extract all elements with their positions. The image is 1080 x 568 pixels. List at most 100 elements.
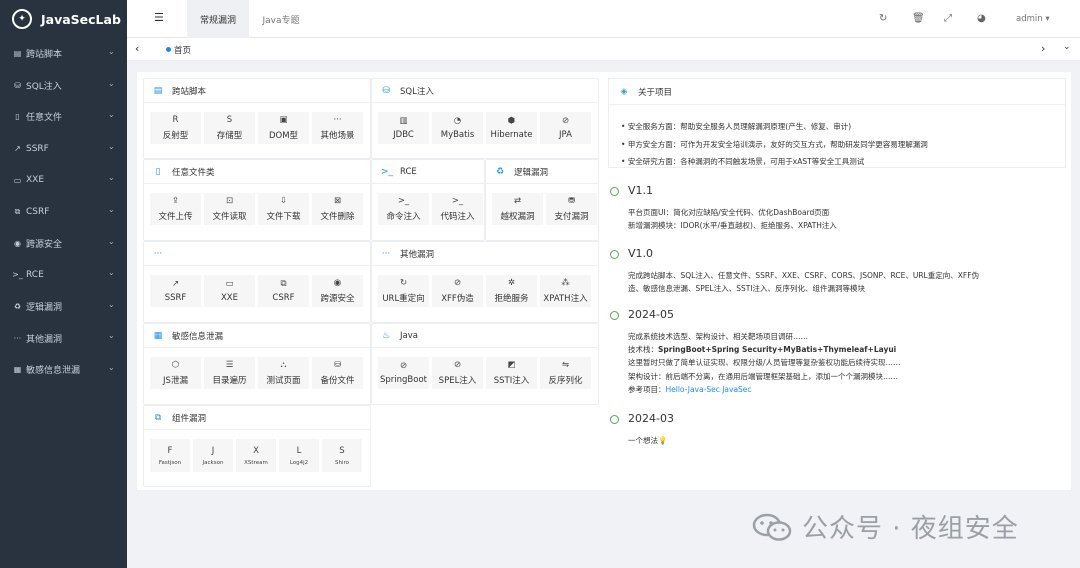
chevron-left-icon[interactable]: ‹ — [135, 42, 139, 55]
item-icon: ◔ — [453, 116, 462, 126]
item-label: JS泄漏 — [163, 376, 188, 386]
breadcrumb-home[interactable]: 首页 — [174, 44, 191, 56]
card-header: ▦ 敏感信息泄漏 — [144, 324, 370, 348]
vuln-item[interactable]: ⇄ 越权漏洞 — [492, 193, 543, 225]
chevron-down-icon[interactable]: ⌄ — [108, 110, 115, 119]
sidebar-item[interactable]: ▤ 跨站脚本 ⌄ — [0, 38, 127, 70]
card-items: ⊘ SpringBoot ⊘ SPEL注入 ◩ SSTI注入 ⇋ 反序列化 — [372, 348, 598, 389]
sidebar-item[interactable]: >_ RCE ⌄ — [0, 259, 127, 291]
vuln-item[interactable]: ⛬ 测试页面 — [258, 357, 309, 389]
vuln-item[interactable]: ⇩ 文件下载 — [258, 193, 309, 225]
about-card: ◈ 关于项目 • 安全服务方面：帮助安全服务人员理解漏洞原理(产生、修复、审计) … — [608, 78, 1066, 168]
vuln-item[interactable]: >_ 代码注入 — [432, 193, 483, 225]
vuln-item[interactable]: ⊘ XFF伪造 — [432, 275, 483, 307]
vuln-item[interactable]: F Fastjson — [150, 439, 190, 472]
chevron-down-icon[interactable]: ⌄ — [1063, 42, 1071, 52]
vuln-item[interactable]: ↻ URL重定向 — [378, 275, 429, 307]
user-menu[interactable]: admin ▾ — [1016, 14, 1050, 24]
vuln-item[interactable]: S Shiro — [322, 439, 362, 472]
sidebar-item-label: 敏感信息泄漏 — [26, 366, 81, 377]
sidebar-item[interactable]: ▯ 任意文件 ⌄ — [0, 101, 127, 133]
github-icon[interactable]: ◕ — [977, 13, 986, 24]
sidebar-item[interactable]: ⧉ CSRF ⌄ — [0, 196, 127, 228]
item-label: 代码注入 — [440, 212, 475, 222]
vuln-item[interactable]: ◉ 跨源安全 — [312, 275, 363, 307]
vuln-item[interactable]: ↗ SSRF — [150, 275, 201, 307]
timeline-body: 完成跨站脚本、SQL注入、任意文件、SSRF、XXE、CSRF、CORS、JSO… — [628, 269, 979, 295]
vuln-item[interactable]: ⊘ SPEL注入 — [432, 357, 483, 389]
card-title: 其他漏洞 — [400, 249, 435, 260]
vuln-item[interactable]: ⬢ Hibernate — [486, 112, 537, 144]
reference-link[interactable]: Hello-Java-Sec JavaSec — [666, 385, 752, 394]
trash-icon[interactable]: 🗑 — [912, 13, 925, 24]
vuln-item[interactable]: ⬡ JS泄漏 — [150, 357, 201, 389]
chevron-down-icon[interactable]: ⌄ — [108, 79, 115, 88]
vuln-item[interactable]: ⁂ XPATH注入 — [540, 275, 591, 307]
chevron-down-icon[interactable]: ⌄ — [108, 237, 115, 246]
fullscreen-icon[interactable]: ⤢ — [944, 13, 952, 24]
vuln-item[interactable]: ☰ 目录遍历 — [204, 357, 255, 389]
vuln-item[interactable]: S 存储型 — [204, 112, 255, 144]
diamond-icon: ◈ — [620, 86, 628, 97]
item-icon: ▣ — [279, 115, 288, 125]
card-other: ··· 其他漏洞 ↻ URL重定向 ⊘ XFF伪造 ✲ 拒绝服务 ⁂ XPATH注入 — [371, 241, 599, 323]
timeline-line: 平台页面UI：简化对应缺陷/安全代码、优化DashBoard页面 — [628, 208, 830, 217]
item-label: 其他场景 — [320, 131, 355, 141]
vuln-item[interactable]: ◔ MyBatis — [432, 112, 483, 144]
sidebar-item[interactable]: ··· 其他漏洞 ⌄ — [0, 322, 127, 354]
chevron-down-icon[interactable]: ⌄ — [108, 142, 115, 151]
item-icon: ⬢ — [507, 116, 516, 126]
vuln-item[interactable]: ⊘ JPA — [540, 112, 591, 144]
timeline-title: V1.0 — [628, 247, 654, 260]
document-icon: ▭ — [13, 175, 22, 185]
sidebar-item[interactable]: ↗ SSRF ⌄ — [0, 133, 127, 165]
chevron-down-icon[interactable]: ⌄ — [108, 47, 115, 56]
sidebar-item[interactable]: ▭ XXE ⌄ — [0, 164, 127, 196]
item-icon: R — [172, 115, 179, 125]
vuln-item[interactable]: ▥ JDBC — [378, 112, 429, 144]
sidebar-item-label: SQL注入 — [26, 81, 62, 92]
chevron-down-icon[interactable]: ⌄ — [108, 173, 115, 182]
chevron-down-icon[interactable]: ⌄ — [108, 268, 115, 277]
card-icon: ⛁ — [382, 85, 390, 96]
vuln-item[interactable]: X XStream — [236, 439, 276, 472]
vuln-item[interactable]: ··· 其他场景 — [312, 112, 363, 144]
vuln-item[interactable]: ▭ XXE — [204, 275, 255, 307]
vuln-item[interactable]: ✲ 拒绝服务 — [486, 275, 537, 307]
timeline-title: V1.1 — [628, 184, 654, 197]
vuln-item[interactable]: L Log4j2 — [279, 439, 319, 472]
sidebar-item[interactable]: ⛁ SQL注入 ⌄ — [0, 70, 127, 102]
vuln-item[interactable]: >_ 命令注入 — [378, 193, 429, 225]
vuln-item[interactable]: ⇪ 文件上传 — [150, 193, 201, 225]
card-items: ⇪ 文件上传 ⊡ 文件读取 ⇩ 文件下载 ⊠ 文件删除 — [144, 184, 370, 225]
sidebar-item[interactable]: ♻ 逻辑漏洞 ⌄ — [0, 291, 127, 323]
vuln-item[interactable]: ◩ SSTI注入 — [486, 357, 537, 389]
chevron-down-icon[interactable]: ⌄ — [108, 205, 115, 214]
tab-common-vulns[interactable]: 常规漏洞 — [187, 0, 249, 38]
chevron-down-icon[interactable]: ⌄ — [108, 300, 115, 309]
item-label: 拒绝服务 — [494, 294, 529, 304]
card-items: R 反射型 S 存储型 ▣ DOM型 ··· 其他场景 — [144, 103, 370, 144]
vuln-item[interactable]: ⊠ 文件删除 — [312, 193, 363, 225]
vuln-item[interactable]: ⧉ CSRF — [258, 275, 309, 307]
timeline-line: 技术栈：SpringBoot+Spring Security+MyBatis+T… — [628, 343, 901, 356]
vuln-item[interactable]: ▣ DOM型 — [258, 112, 309, 144]
vuln-item[interactable]: ⊡ 文件读取 — [204, 193, 255, 225]
card-header: ▤ 跨站脚本 — [144, 79, 370, 103]
tab-java-topics[interactable]: Java专题 — [249, 0, 313, 38]
sidebar-item[interactable]: ▦ 敏感信息泄漏 ⌄ — [0, 354, 127, 386]
chevron-down-icon[interactable]: ⌄ — [108, 331, 115, 340]
menu-toggle-icon[interactable]: ☰ — [154, 11, 164, 24]
chevron-right-icon[interactable]: › — [1041, 42, 1045, 55]
vuln-item[interactable]: R 反射型 — [150, 112, 201, 144]
refresh-icon[interactable]: ↻ — [879, 13, 887, 24]
sidebar-item[interactable]: ◉ 跨源安全 ⌄ — [0, 228, 127, 260]
vuln-item[interactable]: ⛁ 备份文件 — [312, 357, 363, 389]
vuln-item[interactable]: ⛃ 支付漏洞 — [546, 193, 597, 225]
vuln-item[interactable]: ⊘ SpringBoot — [378, 357, 429, 389]
app-logo[interactable]: ✦ JavaSecLab — [0, 0, 127, 38]
vuln-item[interactable]: J Jackson — [193, 439, 233, 472]
chevron-down-icon[interactable]: ⌄ — [108, 363, 115, 372]
vuln-item[interactable]: ⇋ 反序列化 — [540, 357, 591, 389]
timeline-dot — [610, 250, 619, 259]
